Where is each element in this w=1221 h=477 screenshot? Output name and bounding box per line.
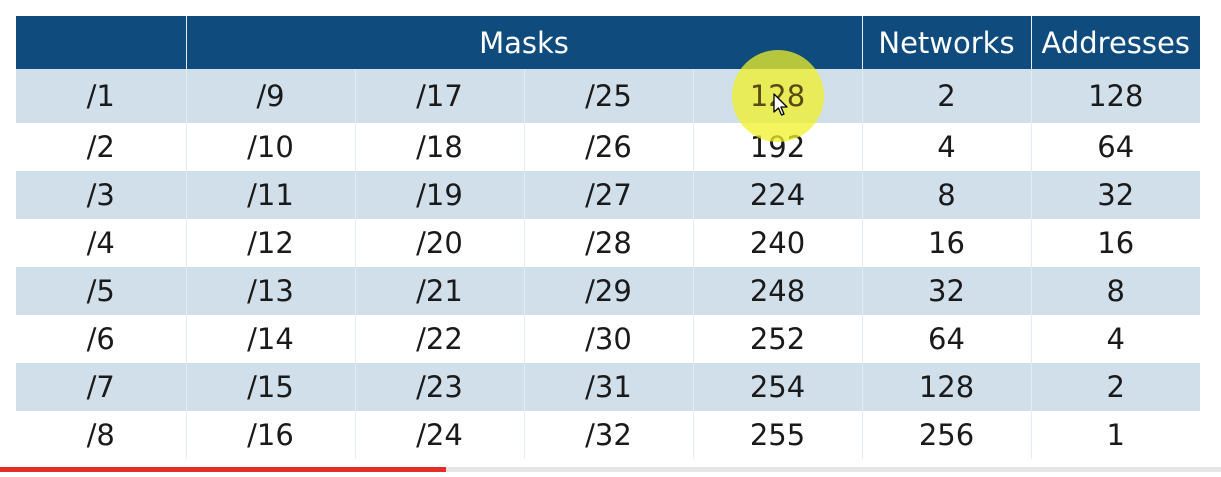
table-row: /5 /13 /21 /29 248 32 8 [16,267,1200,315]
subnet-mask-table: Masks Networks Addresses /1 /9 /17 /25 1… [16,16,1200,459]
octet-value-cell: 248 [693,267,863,315]
mask-cell: /13 [186,267,356,315]
mask-cell: /14 [186,315,356,363]
mask-cell: /22 [355,315,525,363]
addresses-cell: 32 [1031,171,1200,219]
mask-cell: /29 [524,267,694,315]
table-row: /7 /15 /23 /31 254 128 2 [16,363,1200,411]
octet-value-cell: 255 [693,411,863,459]
mask-cell: /27 [524,171,694,219]
networks-cell: 2 [862,69,1032,123]
mask-cell: /1 [16,69,187,123]
mask-cell: /24 [355,411,525,459]
table-row: /1 /9 /17 /25 128 2 128 [16,50,1200,142]
mask-cell: /15 [186,363,356,411]
octet-value-cell: 254 [693,363,863,411]
mask-cell: /5 [16,267,187,315]
addresses-cell: 64 [1031,123,1200,171]
mask-cell: /16 [186,411,356,459]
octet-value-cell: 224 [693,171,863,219]
header-row: Masks Networks Addresses [16,16,1200,69]
mask-cell: /4 [16,219,187,267]
mask-cell: /9 [186,69,356,123]
mask-cell: /11 [186,171,356,219]
header-masks: Masks [186,16,863,69]
addresses-cell: 8 [1031,267,1200,315]
mask-cell: /25 [524,69,694,123]
mask-cell: /3 [16,171,187,219]
header-addresses: Addresses [1031,16,1200,69]
header-networks: Networks [862,16,1032,69]
mask-cell: /20 [355,219,525,267]
video-progress-bar[interactable] [0,467,1221,472]
networks-cell: 8 [862,171,1032,219]
video-progress-fill [0,467,446,472]
mask-cell: /23 [355,363,525,411]
mask-cell: /28 [524,219,694,267]
addresses-cell: 1 [1031,411,1200,459]
table-row: /2 /10 /18 /26 192 4 64 [16,123,1200,171]
networks-cell: 128 [862,363,1032,411]
table-row: /4 /12 /20 /28 240 16 16 [16,219,1200,267]
mask-cell: /8 [16,411,187,459]
mask-cell: /31 [524,363,694,411]
mouse-pointer-icon [772,93,788,116]
mask-cell: /2 [16,123,187,171]
mask-cell: /19 [355,171,525,219]
networks-cell: 16 [862,219,1032,267]
addresses-cell: 16 [1031,219,1200,267]
addresses-cell: 4 [1031,315,1200,363]
networks-cell: 4 [862,123,1032,171]
subnet-mask-table-container: Masks Networks Addresses /1 /9 /17 /25 1… [16,16,1200,459]
octet-value-cell: 192 [693,123,863,171]
mask-cell: /10 [186,123,356,171]
networks-cell: 32 [862,267,1032,315]
mask-cell: /18 [355,123,525,171]
octet-value-cell: 128 [693,50,863,142]
table-row: /8 /16 /24 /32 255 256 1 [16,411,1200,459]
mask-cell: /32 [524,411,694,459]
header-blank [16,16,187,69]
networks-cell: 256 [862,411,1032,459]
mask-cell: /17 [355,69,525,123]
addresses-cell: 128 [1031,69,1200,123]
mask-cell: /12 [186,219,356,267]
table-row: /3 /11 /19 /27 224 8 32 [16,171,1200,219]
mask-cell: /7 [16,363,187,411]
mask-cell: /6 [16,315,187,363]
networks-cell: 64 [862,315,1032,363]
addresses-cell: 2 [1031,363,1200,411]
octet-value-cell: 252 [693,315,863,363]
octet-value-cell: 240 [693,219,863,267]
mask-cell: /21 [355,267,525,315]
mask-cell: /30 [524,315,694,363]
table-row: /6 /14 /22 /30 252 64 4 [16,315,1200,363]
mask-cell: /26 [524,123,694,171]
